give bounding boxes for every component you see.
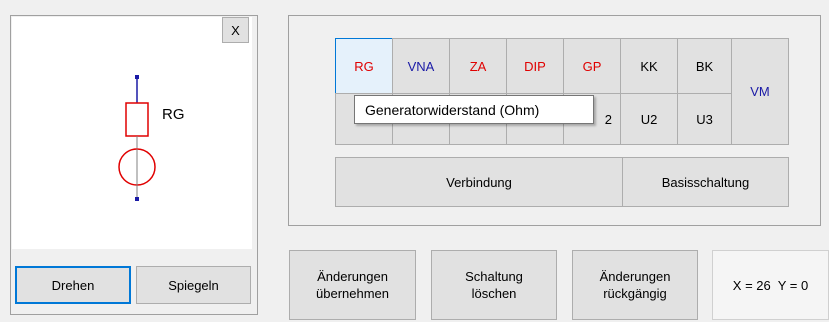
palette-button-label: BK — [695, 58, 714, 74]
palette-button-label: 2 — [604, 111, 612, 127]
palette-button-u3[interactable]: U3 — [677, 93, 732, 145]
palette-button-label: DIP — [524, 58, 546, 74]
rotate-button[interactable]: Drehen — [15, 266, 131, 304]
palette-button-u2[interactable]: U2 — [620, 93, 678, 145]
palette-button-gp[interactable]: GP — [563, 38, 621, 94]
connection-button[interactable]: Verbindung — [335, 157, 623, 207]
component-label: RG — [162, 106, 185, 123]
palette-button-bk[interactable]: BK — [677, 38, 732, 94]
palette-button-rg[interactable]: RG — [335, 38, 393, 94]
clear-circuit-button[interactable]: Schaltung löschen — [431, 250, 557, 320]
close-preview-button[interactable]: X — [222, 17, 249, 43]
basic-circuit-button-label: Basisschaltung — [661, 174, 750, 190]
preview-canvas: RG — [12, 17, 252, 249]
component-symbol — [118, 75, 156, 201]
palette-button-label: VM — [750, 84, 770, 99]
palette-button-label: RG — [354, 58, 374, 74]
apply-changes-label: Änderungen übernehmen — [316, 269, 389, 301]
palette-button-dip[interactable]: DIP — [506, 38, 564, 94]
palette-button-vna[interactable]: VNA — [392, 38, 450, 94]
apply-changes-button[interactable]: Änderungen übernehmen — [289, 250, 416, 320]
undo-changes-label: Änderungen rückgängig — [599, 269, 671, 301]
palette-button-kk[interactable]: KK — [620, 38, 678, 94]
palette-button-label: VNA — [407, 58, 435, 74]
connection-button-label: Verbindung — [446, 174, 512, 190]
palette-button-za[interactable]: ZA — [449, 38, 507, 94]
palette-button-label: U3 — [696, 111, 713, 127]
coordinate-readout: X = 26 Y = 0 — [712, 250, 829, 320]
basic-circuit-button[interactable]: Basisschaltung — [622, 157, 789, 207]
palette-button-label: GP — [582, 58, 602, 74]
coordinate-text: X = 26 Y = 0 — [732, 277, 809, 293]
palette-button-label: KK — [640, 58, 658, 74]
palette-button-vm[interactable]: VM — [731, 38, 789, 145]
mirror-button[interactable]: Spiegeln — [136, 266, 251, 304]
undo-changes-button[interactable]: Änderungen rückgängig — [572, 250, 698, 320]
tooltip: Generatorwiderstand (Ohm) — [354, 95, 594, 124]
clear-circuit-label: Schaltung löschen — [465, 269, 523, 301]
palette-button-label: ZA — [469, 58, 487, 74]
palette-button-label: U2 — [640, 111, 658, 127]
